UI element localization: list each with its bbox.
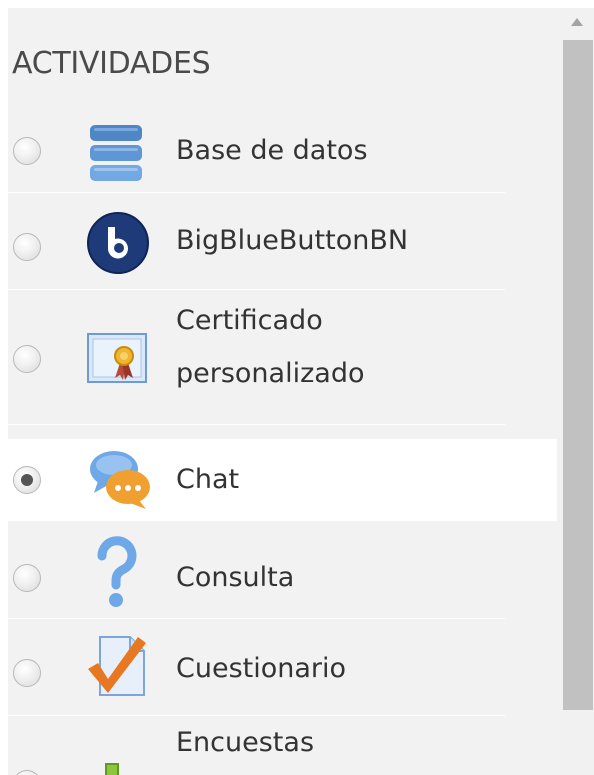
activity-label: personalizado	[176, 358, 365, 389]
activity-item-certificate[interactable]: Certificado personalizado	[8, 290, 505, 425]
radio-bigbluebutton[interactable]	[13, 233, 41, 261]
activity-label: Encuestas	[176, 727, 315, 758]
activity-item-cuestionario[interactable]: Cuestionario	[8, 619, 505, 716]
radio-cuestionario[interactable]	[13, 659, 41, 687]
radio-encuestas[interactable]	[13, 770, 41, 775]
certificate-icon	[86, 330, 148, 390]
survey-icon	[86, 762, 146, 775]
activity-item-bigbluebutton[interactable]: BigBlueButtonBN	[8, 193, 505, 290]
radio-database[interactable]	[13, 137, 41, 165]
activity-label: BigBlueButtonBN	[176, 225, 409, 256]
activity-label: Chat	[176, 464, 240, 495]
activity-label: Cuestionario	[176, 653, 347, 684]
bigbluebutton-icon	[86, 211, 150, 279]
activity-item-chat[interactable]: Chat	[8, 439, 557, 521]
radio-consulta[interactable]	[13, 564, 41, 592]
activity-label: Base de datos	[176, 135, 368, 166]
radio-certificate[interactable]	[13, 345, 41, 373]
radio-chat[interactable]	[13, 466, 41, 494]
scroll-up-arrow-icon[interactable]	[560, 8, 594, 36]
database-icon	[86, 123, 146, 189]
activity-item-encuestas[interactable]: Encuestas	[8, 716, 505, 775]
chat-icon	[86, 447, 156, 515]
section-title: ACTIVIDADES	[12, 46, 211, 81]
question-icon	[86, 532, 146, 612]
quiz-icon	[86, 633, 152, 703]
activity-item-database[interactable]: Base de datos	[8, 110, 505, 193]
scrollbar-thumb[interactable]	[563, 40, 593, 710]
activity-label: Certificado	[176, 305, 323, 336]
activity-chooser-panel: ACTIVIDADES Base de datos BigBlueButtonB…	[8, 8, 560, 775]
activity-item-consulta[interactable]: Consulta	[8, 522, 505, 619]
activity-label: Consulta	[176, 562, 295, 593]
